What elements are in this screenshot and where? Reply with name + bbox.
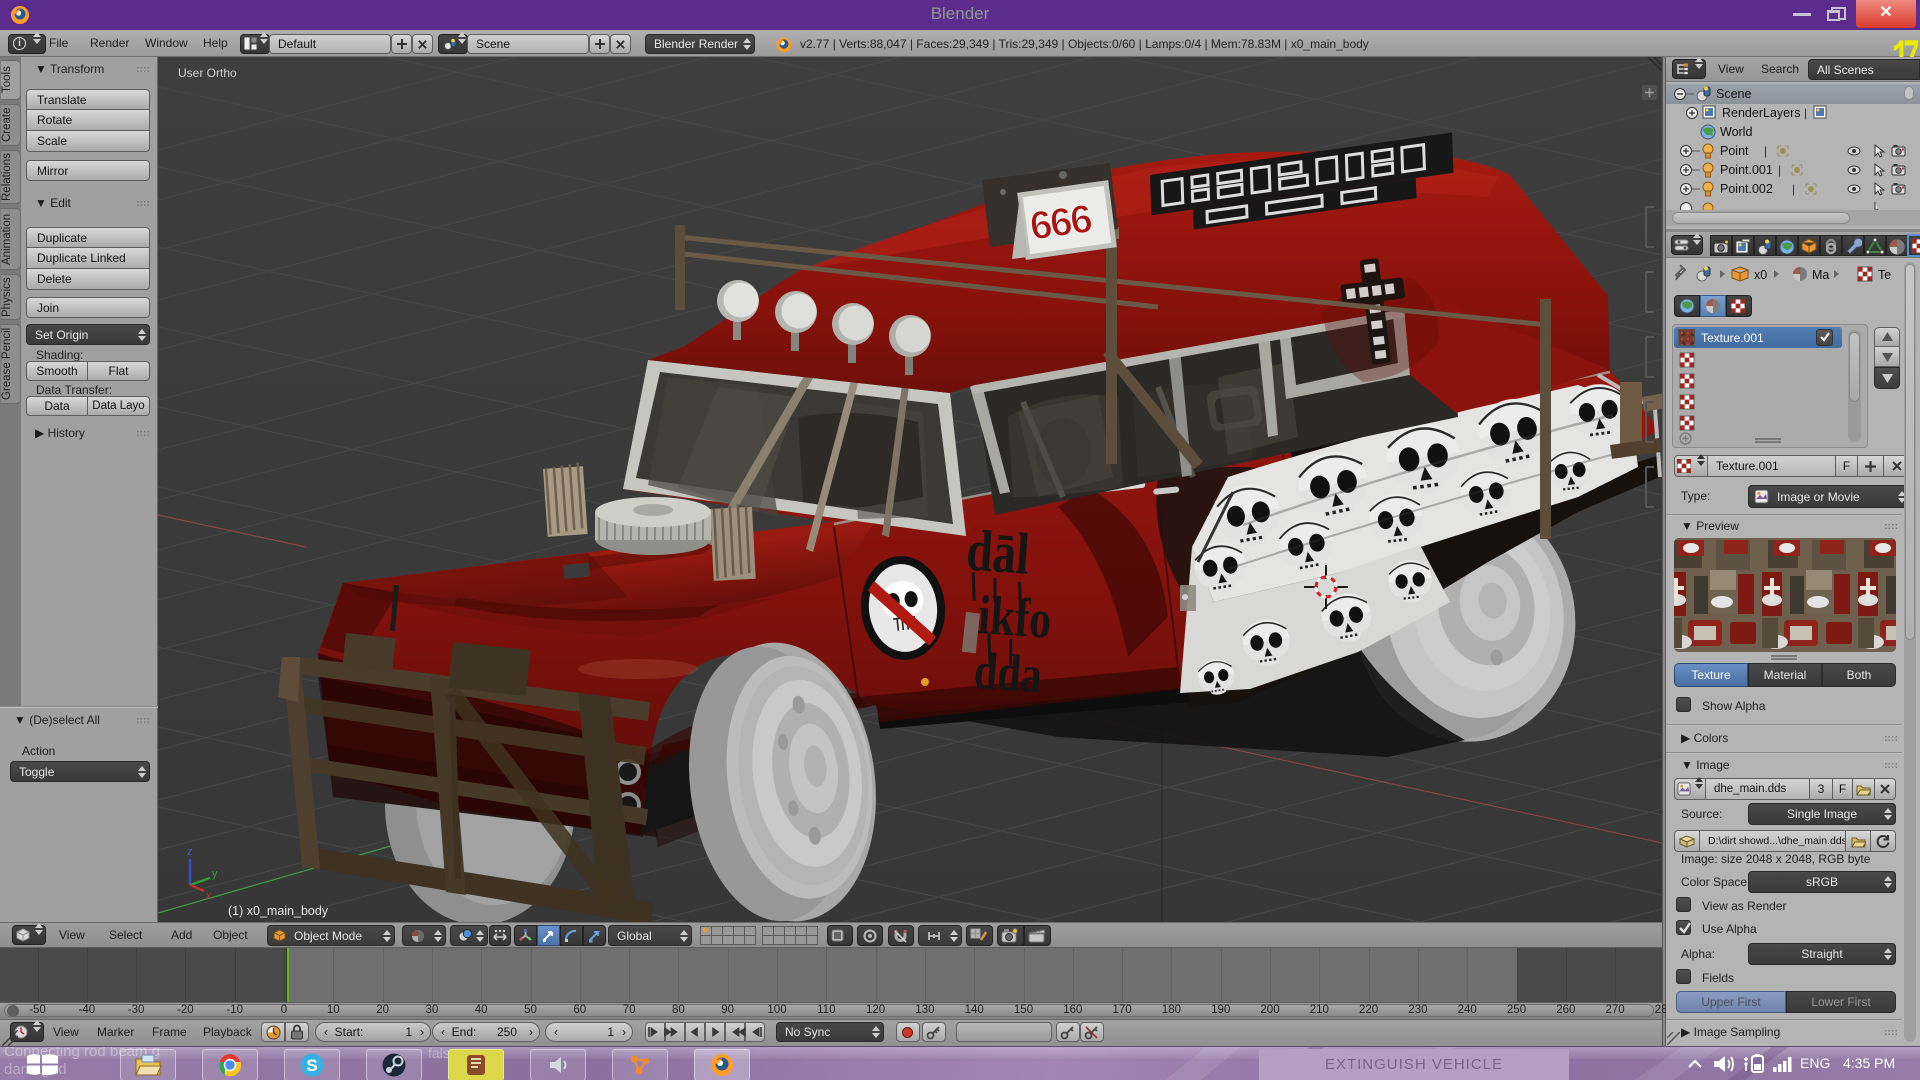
- svg-text:Point.002: Point.002: [1720, 182, 1773, 196]
- svg-text:Point.001: Point.001: [1720, 163, 1773, 177]
- svg-text:|: |: [1778, 163, 1781, 177]
- svg-text:x0: x0: [1754, 268, 1767, 282]
- svg-text:Te: Te: [1878, 268, 1891, 282]
- svg-text:dda: dda: [972, 643, 1044, 705]
- svg-text:User Ortho: User Ortho: [178, 66, 237, 80]
- svg-text:z: z: [187, 846, 193, 858]
- svg-text:666: 666: [1027, 197, 1094, 249]
- svg-text:|: |: [1792, 182, 1795, 196]
- svg-text:RenderLayers: RenderLayers: [1722, 106, 1801, 120]
- svg-text:World: World: [1720, 125, 1752, 139]
- svg-text:y: y: [212, 868, 218, 880]
- svg-text:Ma: Ma: [1812, 268, 1829, 282]
- svg-text:|: |: [1764, 144, 1767, 158]
- svg-text:S: S: [306, 1056, 317, 1075]
- svg-text:|: |: [1804, 106, 1807, 120]
- svg-text:Scene: Scene: [1716, 87, 1751, 101]
- svg-text:Point: Point: [1720, 144, 1749, 158]
- svg-text:x: x: [206, 890, 212, 902]
- svg-text:(1) x0_main_body: (1) x0_main_body: [228, 904, 329, 918]
